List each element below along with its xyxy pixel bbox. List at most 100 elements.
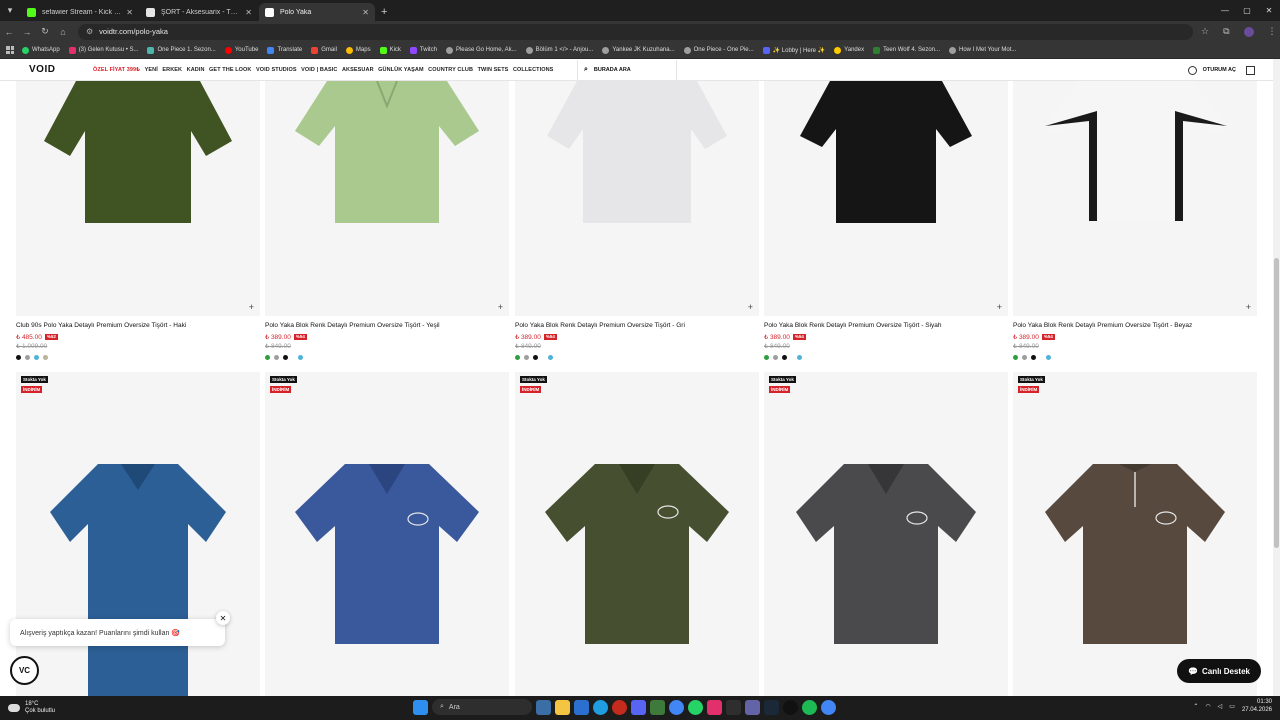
spotify-icon[interactable] [802, 699, 817, 715]
weather-widget[interactable]: 18°C Çok bulutlu [8, 701, 55, 715]
product-card[interactable]: Stokta Yok İNDİRİM [764, 372, 1008, 696]
product-name[interactable]: Polo Yaka Blok Renk Detaylı Premium Over… [265, 322, 509, 329]
product-card[interactable]: Stokta Yok İNDİRİM [515, 372, 759, 696]
product-card[interactable]: + Polo Yaka Blok Renk Detaylı Premium Ov… [1013, 81, 1257, 360]
rewards-toast[interactable]: Alışveriş yaptıkça kazan! Puanlarını şim… [10, 619, 225, 646]
steam-icon[interactable] [764, 699, 779, 715]
browser-tab-polo-yaka[interactable]: Polo Yaka ✕ [259, 3, 375, 21]
bookmark-bolum-1[interactable]: Bölüm 1 </> - Anjou... [525, 46, 593, 54]
chrome-profile-icon[interactable] [821, 699, 836, 715]
product-card[interactable]: Stokta Yok İNDİRİM [16, 372, 260, 696]
color-swatch[interactable] [34, 355, 39, 360]
bookmark-gmail[interactable]: Gmail [311, 46, 337, 54]
apps-grid-icon[interactable] [6, 46, 14, 54]
product-card[interactable]: + Polo Yaka Blok Renk Detaylı Premium Ov… [515, 81, 759, 360]
product-image[interactable]: Stokta Yok İNDİRİM [515, 372, 759, 696]
color-swatch[interactable] [283, 355, 288, 360]
product-name[interactable]: Polo Yaka Blok Renk Detaylı Premium Over… [1013, 322, 1257, 329]
notepad-icon[interactable] [650, 699, 665, 715]
site-search-box[interactable]: ⌕ BURADA ARA [576, 59, 677, 80]
product-name[interactable]: Polo Yaka Blok Renk Detaylı Premium Over… [515, 322, 759, 329]
chevron-up-icon[interactable]: ⌃ [1193, 703, 1198, 710]
product-image[interactable]: + [16, 81, 260, 316]
start-windows-icon[interactable] [413, 699, 428, 715]
file-explorer-icon[interactable] [555, 699, 570, 715]
login-link[interactable]: OTURUM AÇ [1203, 67, 1236, 73]
color-swatch[interactable] [548, 355, 553, 360]
color-swatch[interactable] [1046, 355, 1051, 360]
nav-country-club[interactable]: COUNTRY CLUB [428, 67, 473, 73]
shopping-bag-icon[interactable] [1246, 65, 1255, 75]
minimize-icon[interactable]: — [1214, 0, 1236, 21]
add-to-cart-icon[interactable]: + [1246, 302, 1251, 312]
color-swatch[interactable] [25, 355, 30, 360]
bookmark-lobby[interactable]: ✨ Lobby | Here ✨ [762, 46, 825, 54]
bookmark-star-icon[interactable]: ☆ [1201, 26, 1209, 37]
scrollbar-thumb[interactable] [1274, 258, 1279, 548]
battery-icon[interactable]: ▭ [1229, 703, 1235, 710]
home-icon[interactable]: ⌂ [54, 27, 72, 37]
color-swatch[interactable] [43, 355, 48, 360]
back-arrow-icon[interactable]: ← [0, 27, 18, 37]
product-card[interactable]: + Club 90s Polo Yaka Detaylı Premium Ove… [16, 81, 260, 360]
loyalty-logo-button[interactable]: VC [10, 656, 39, 685]
nav-collections[interactable]: COLLECTIONS [513, 67, 554, 73]
product-card[interactable]: + Polo Yaka Blok Renk Detaylı Premium Ov… [265, 81, 509, 360]
nav-erkek[interactable]: ERKEK [162, 67, 182, 73]
close-window-icon[interactable]: ✕ [1258, 0, 1280, 21]
product-image[interactable]: + [1013, 81, 1257, 316]
nav-void-studios[interactable]: VOID STUDIOS [256, 67, 297, 73]
product-image[interactable]: + [764, 81, 1008, 316]
user-icon[interactable] [1187, 65, 1197, 75]
bookmark-one-piece-2[interactable]: One Piece - One Pie... [683, 46, 754, 54]
new-tab-button[interactable]: + [381, 6, 387, 18]
color-swatch[interactable] [515, 355, 520, 360]
taskbar-search[interactable]: ⌕ Ara [432, 699, 532, 715]
teams-icon[interactable] [745, 699, 760, 715]
bookmark-kick[interactable]: Kick [379, 46, 401, 54]
bookmark-translate[interactable]: Translate [267, 46, 302, 54]
color-swatch[interactable] [797, 355, 802, 360]
wifi-icon[interactable]: ◠ [1205, 703, 1210, 710]
add-to-cart-icon[interactable]: + [498, 302, 503, 312]
url-bar[interactable]: ⚙ voidtr.com/polo-yaka [78, 23, 1193, 40]
bookmark-yandex[interactable]: Yandex [834, 46, 864, 54]
github-icon[interactable] [783, 699, 798, 715]
close-tab-icon[interactable]: ✕ [126, 8, 133, 17]
nav-kadin[interactable]: KADIN [187, 67, 205, 73]
product-card[interactable]: Stokta Yok İNDİRİM [265, 372, 509, 696]
forward-arrow-icon[interactable]: → [18, 27, 36, 37]
volume-icon[interactable]: ◁ [1218, 703, 1223, 710]
profile-avatar-icon[interactable] [1243, 26, 1254, 37]
browser-tab-aksesuarix[interactable]: ŞORT - Aksesuarix - Türkiye'nin... ✕ [140, 3, 258, 21]
product-image[interactable]: Stokta Yok İNDİRİM [16, 372, 260, 696]
nav-void-basic[interactable]: VOID | BASIC [301, 67, 337, 73]
product-name[interactable]: Club 90s Polo Yaka Detaylı Premium Overs… [16, 322, 260, 329]
color-swatch[interactable] [274, 355, 279, 360]
bookmark-teen-wolf[interactable]: Teen Wolf 4. Sezon... [873, 46, 940, 54]
color-swatch[interactable] [533, 355, 538, 360]
opera-icon[interactable] [612, 699, 627, 715]
product-image[interactable]: Stokta Yok İNDİRİM [265, 372, 509, 696]
color-swatch[interactable] [524, 355, 529, 360]
bookmark-maps[interactable]: Maps [345, 46, 371, 54]
tab-search-chevron-icon[interactable]: ▾ [0, 0, 20, 21]
color-swatch[interactable] [298, 355, 303, 360]
whatsapp-icon[interactable] [688, 699, 703, 715]
close-tab-icon[interactable]: ✕ [362, 8, 369, 17]
live-support-button[interactable]: 💬 Canlı Destek [1177, 659, 1261, 683]
clock[interactable]: 01:30 27.04.2026 [1242, 698, 1272, 714]
bookmark-please-go-home[interactable]: Please Go Home, Ak... [445, 46, 517, 54]
color-swatch[interactable] [1031, 355, 1036, 360]
chrome-icon[interactable] [669, 699, 684, 715]
product-card[interactable]: Stokta Yok İNDİRİM [1013, 372, 1257, 696]
bookmark-twitch[interactable]: Twitch [409, 46, 437, 54]
nav-aksesuar[interactable]: AKSESUAR [342, 67, 374, 73]
product-card[interactable]: + Polo Yaka Blok Renk Detaylı Premium Ov… [764, 81, 1008, 360]
nav-ozel-fiyat[interactable]: ÖZEL FİYAT 399₺ [93, 67, 140, 73]
add-to-cart-icon[interactable]: + [997, 302, 1002, 312]
color-swatch[interactable] [1022, 355, 1027, 360]
color-swatch[interactable] [16, 355, 21, 360]
site-info-icon[interactable]: ⚙ [86, 27, 93, 36]
nav-get-the-look[interactable]: GET THE LOOK [209, 67, 251, 73]
